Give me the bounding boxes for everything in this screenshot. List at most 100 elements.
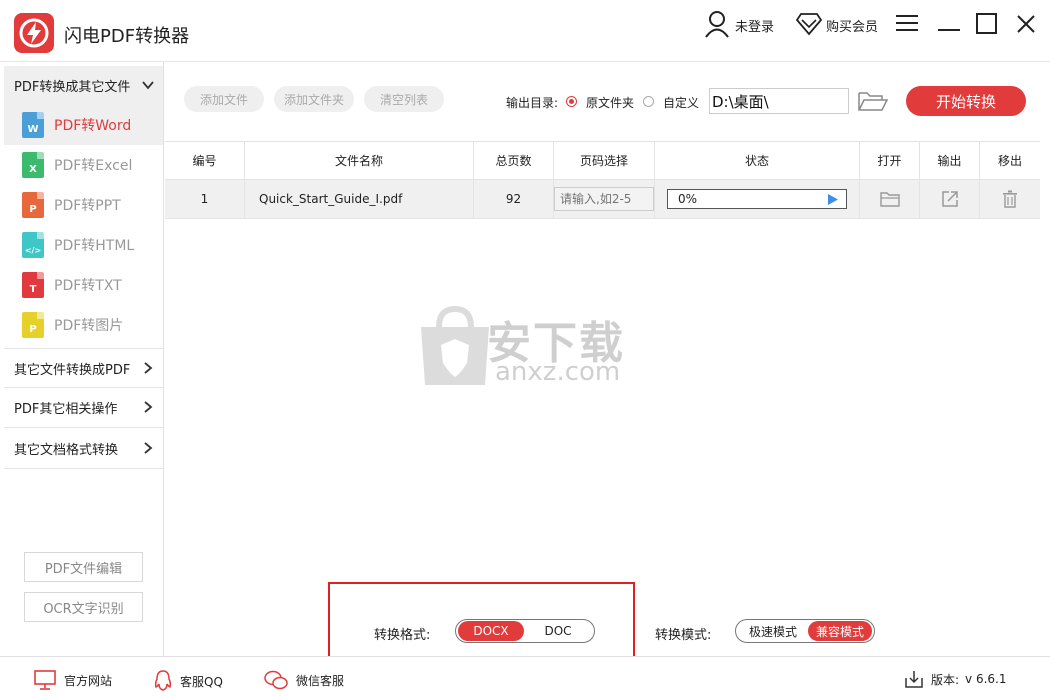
status-cell: 0%: [655, 180, 860, 218]
word-file-icon: W: [22, 112, 44, 138]
sidebar-category-pdf-to-other[interactable]: PDF转换成其它文件: [4, 66, 163, 106]
sidebar-item-pdf-to-excel[interactable]: X PDF转Excel: [4, 145, 163, 185]
wechat-support-link[interactable]: 微信客服: [264, 670, 344, 690]
original-folder-radio[interactable]: [566, 96, 577, 107]
header-filename: 文件名称: [245, 142, 474, 179]
watermark-url: anxz.com: [495, 357, 621, 387]
sidebar-item-pdf-to-txt[interactable]: T PDF转TXT: [4, 265, 163, 305]
sidebar-category-pdf-other-ops[interactable]: PDF其它相关操作: [4, 388, 163, 428]
remove-cell: [980, 180, 1040, 218]
chevron-right-icon: [144, 442, 153, 454]
ppt-file-icon: P: [22, 192, 44, 218]
txt-file-icon: T: [22, 272, 44, 298]
qq-icon: [154, 670, 172, 691]
monitor-icon: [34, 670, 56, 690]
pdf-edit-button[interactable]: PDF文件编辑: [24, 552, 143, 582]
login-link[interactable]: 未登录: [735, 16, 774, 35]
minimize-icon[interactable]: [938, 22, 960, 37]
category-label: 其它文档格式转换: [14, 443, 119, 458]
title-bar: 闪电PDF转换器 未登录 购买会员: [0, 0, 1050, 62]
open-folder-icon[interactable]: [879, 191, 900, 207]
sidebar-item-pdf-to-word[interactable]: W PDF转Word: [4, 105, 163, 145]
shopping-bag-icon: [421, 305, 489, 385]
sidebar-item-label: PDF转图片: [54, 318, 124, 334]
row-filename: Quick_Start_Guide_I.pdf: [245, 180, 474, 218]
sidebar-item-pdf-to-image[interactable]: P PDF转图片: [4, 305, 163, 345]
html-file-icon: </>: [22, 232, 44, 258]
qq-support-label: 客服QQ: [180, 674, 223, 689]
table-row[interactable]: 1 Quick_Start_Guide_I.pdf 92 0%: [165, 180, 1040, 219]
close-icon[interactable]: [1016, 14, 1036, 38]
mode-fast-option[interactable]: 极速模式: [738, 621, 808, 641]
page-range-input[interactable]: [554, 187, 654, 211]
diamond-icon[interactable]: [795, 12, 823, 40]
progress-text: 0%: [678, 192, 698, 206]
ocr-button[interactable]: OCR文字识别: [24, 592, 143, 622]
wechat-icon: [264, 670, 288, 690]
original-folder-label[interactable]: 原文件夹: [586, 94, 634, 111]
buy-membership-link[interactable]: 购买会员: [826, 16, 878, 35]
mode-compat-option[interactable]: 兼容模式: [808, 621, 872, 641]
category-label: 其它文件转换成PDF: [14, 362, 131, 378]
row-index: 1: [165, 180, 245, 218]
excel-file-icon: X: [22, 152, 44, 178]
header-open: 打开: [860, 142, 920, 179]
category-label: PDF其它相关操作: [14, 402, 118, 417]
play-icon[interactable]: [828, 194, 838, 205]
app-title: 闪电PDF转换器: [64, 26, 190, 47]
status-bar: 官方网站 客服QQ 微信客服 版本: v 6.6.1: [0, 656, 1050, 700]
start-convert-button[interactable]: 开始转换: [906, 86, 1026, 116]
row-pages: 92: [474, 180, 554, 218]
progress-bar: 0%: [667, 189, 847, 209]
table-header-row: 编号 文件名称 总页数 页码选择 状态 打开 输出 移出: [165, 141, 1040, 180]
sidebar-item-pdf-to-html[interactable]: </> PDF转HTML: [4, 225, 163, 265]
header-page-select: 页码选择: [554, 142, 655, 179]
maximize-icon[interactable]: [976, 13, 997, 38]
sidebar-category-other-to-pdf[interactable]: 其它文件转换成PDF: [4, 348, 163, 388]
page-select-cell: [554, 180, 655, 218]
version-label: 版本:: [931, 672, 960, 687]
user-icon[interactable]: [704, 10, 730, 42]
version-info[interactable]: 版本: v 6.6.1: [905, 670, 1007, 688]
mode-toggle[interactable]: 极速模式 兼容模式: [735, 619, 875, 643]
app-logo-icon: [14, 13, 54, 53]
format-docx-option[interactable]: DOCX: [458, 621, 524, 641]
header-remove: 移出: [997, 154, 1022, 168]
watermark: 安下载 anxz.com: [415, 305, 623, 393]
chevron-down-icon: [142, 81, 154, 90]
chevron-right-icon: [144, 362, 153, 374]
add-file-button[interactable]: 添加文件: [184, 86, 264, 112]
format-toggle[interactable]: DOCX DOC: [455, 619, 595, 643]
version-value: v 6.6.1: [965, 672, 1007, 686]
custom-folder-label[interactable]: 自定义: [663, 94, 699, 111]
menu-icon[interactable]: [896, 14, 918, 36]
output-cell: [920, 180, 980, 218]
folder-open-icon[interactable]: [858, 90, 889, 116]
format-doc-option[interactable]: DOC: [524, 621, 592, 641]
open-cell: [860, 180, 920, 218]
mode-label: 转换模式:: [655, 628, 712, 643]
format-label: 转换格式:: [374, 628, 431, 643]
category-label: PDF转换成其它文件: [14, 80, 131, 95]
header-pages: 总页数: [474, 142, 554, 179]
output-path-input[interactable]: [709, 88, 849, 114]
qq-support-link[interactable]: 客服QQ: [154, 670, 223, 692]
header-output: 输出: [920, 142, 980, 179]
image-file-icon: P: [22, 312, 44, 338]
output-dir-label: 输出目录:: [506, 96, 559, 110]
trash-icon[interactable]: [1002, 190, 1018, 208]
clear-list-button[interactable]: 清空列表: [364, 86, 444, 112]
chevron-right-icon: [144, 401, 153, 413]
wechat-support-label: 微信客服: [296, 673, 345, 688]
header-index: 编号: [165, 142, 245, 179]
custom-folder-radio[interactable]: [643, 96, 654, 107]
add-folder-button[interactable]: 添加文件夹: [274, 86, 354, 112]
sidebar-item-label: PDF转HTML: [54, 238, 135, 254]
export-icon[interactable]: [941, 190, 959, 208]
sidebar-category-other-doc-formats[interactable]: 其它文档格式转换: [4, 429, 163, 469]
sidebar: PDF转换成其它文件 W PDF转Word X PDF转Excel P PDF转…: [4, 62, 164, 656]
official-site-link[interactable]: 官方网站: [34, 670, 112, 690]
sidebar-item-pdf-to-ppt[interactable]: P PDF转PPT: [4, 185, 163, 225]
sidebar-item-label: PDF转Excel: [54, 158, 133, 174]
download-icon: [905, 671, 923, 688]
